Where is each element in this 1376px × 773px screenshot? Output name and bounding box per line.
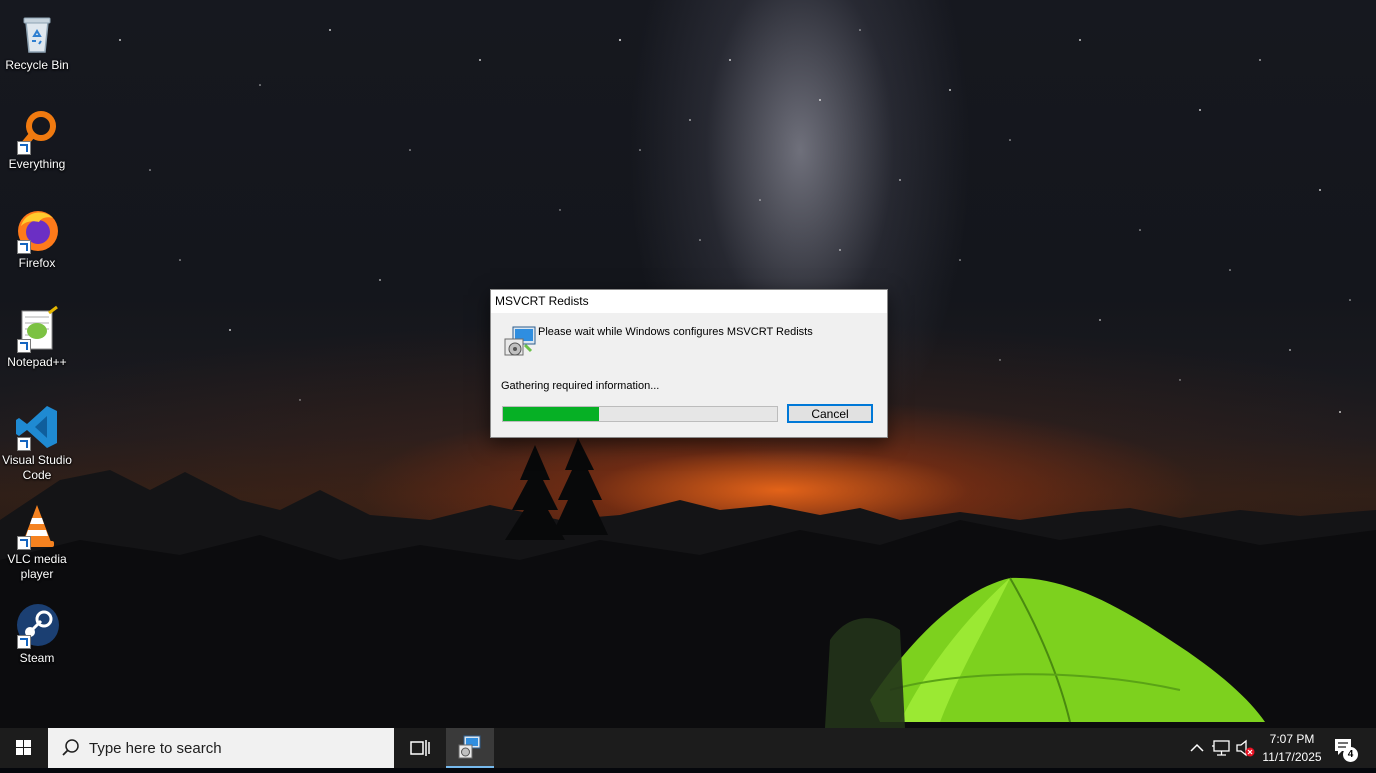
vscode-icon (13, 403, 61, 451)
desktop-icon-label: Visual Studio Code (2, 453, 72, 482)
dialog-title[interactable]: MSVCRT Redists (491, 290, 887, 313)
shortcut-arrow-icon (17, 339, 31, 353)
steam-icon (13, 601, 61, 649)
dialog-status-text: Gathering required information... (501, 380, 660, 392)
desktop-icon-label: Firefox (18, 256, 56, 270)
notification-count-badge: 4 (1343, 747, 1358, 762)
desktop-icon-everything[interactable]: Everything (0, 107, 74, 172)
everything-search-icon (13, 107, 61, 155)
windows-start-icon (16, 740, 31, 755)
clock-time: 7:07 PM (1269, 732, 1315, 746)
clock-date: 11/17/2025 (1262, 750, 1322, 764)
task-view-icon (410, 740, 430, 756)
shortcut-arrow-icon (17, 240, 31, 254)
taskbar-clock[interactable]: 7:07 PM 11/17/2025 (1254, 730, 1330, 766)
desktop-icon-recycle-bin[interactable]: Recycle Bin (0, 8, 74, 73)
search-icon (62, 739, 79, 756)
desktop-icon-vlc[interactable]: VLC media player (0, 502, 74, 582)
network-icon (1212, 740, 1230, 756)
cancel-button[interactable]: Cancel (787, 404, 873, 423)
desktop-icon-label: VLC media player (7, 552, 67, 581)
start-button[interactable] (0, 728, 48, 768)
taskbar-app-installer[interactable] (446, 728, 494, 768)
firefox-icon (13, 206, 61, 254)
desktop-icon-firefox[interactable]: Firefox (0, 206, 74, 271)
shortcut-arrow-icon (17, 635, 31, 649)
desktop-icon-label: Everything (8, 157, 66, 171)
search-placeholder: Type here to search (89, 740, 222, 757)
desktop-icon-vscode[interactable]: Visual Studio Code (0, 403, 74, 483)
notepad-plus-plus-icon (13, 305, 61, 353)
taskbar-search-box[interactable]: Type here to search (48, 728, 394, 768)
installer-icon (501, 325, 537, 359)
desktop-icon-label: Steam (19, 651, 55, 665)
task-view-button[interactable] (398, 728, 442, 768)
chevron-up-icon (1190, 743, 1204, 752)
progress-bar-fill (503, 407, 599, 421)
recycle-bin-icon (13, 8, 61, 56)
dialog-message: Please wait while Windows configures MSV… (538, 326, 813, 338)
installer-icon (458, 735, 481, 759)
vlc-icon (13, 502, 61, 550)
shortcut-arrow-icon (17, 141, 31, 155)
progress-bar (502, 406, 778, 422)
desktop-icon-label: Notepad++ (7, 355, 67, 369)
show-hidden-icons-button[interactable] (1186, 728, 1208, 768)
volume-muted-icon (1236, 739, 1255, 757)
taskbar: Type here to search 7:07 PM 11/17/2025 (0, 728, 1376, 768)
desktop-icon-notepad-plus-plus[interactable]: Notepad++ (0, 305, 74, 370)
desktop-icon-label: Recycle Bin (5, 58, 69, 72)
shortcut-arrow-icon (17, 437, 31, 451)
volume-tray-button[interactable] (1234, 728, 1256, 768)
shortcut-arrow-icon (17, 536, 31, 550)
network-tray-button[interactable] (1210, 728, 1234, 768)
installer-dialog: MSVCRT Redists Please wait while Windows… (490, 289, 888, 438)
desktop-icon-steam[interactable]: Steam (0, 601, 74, 666)
